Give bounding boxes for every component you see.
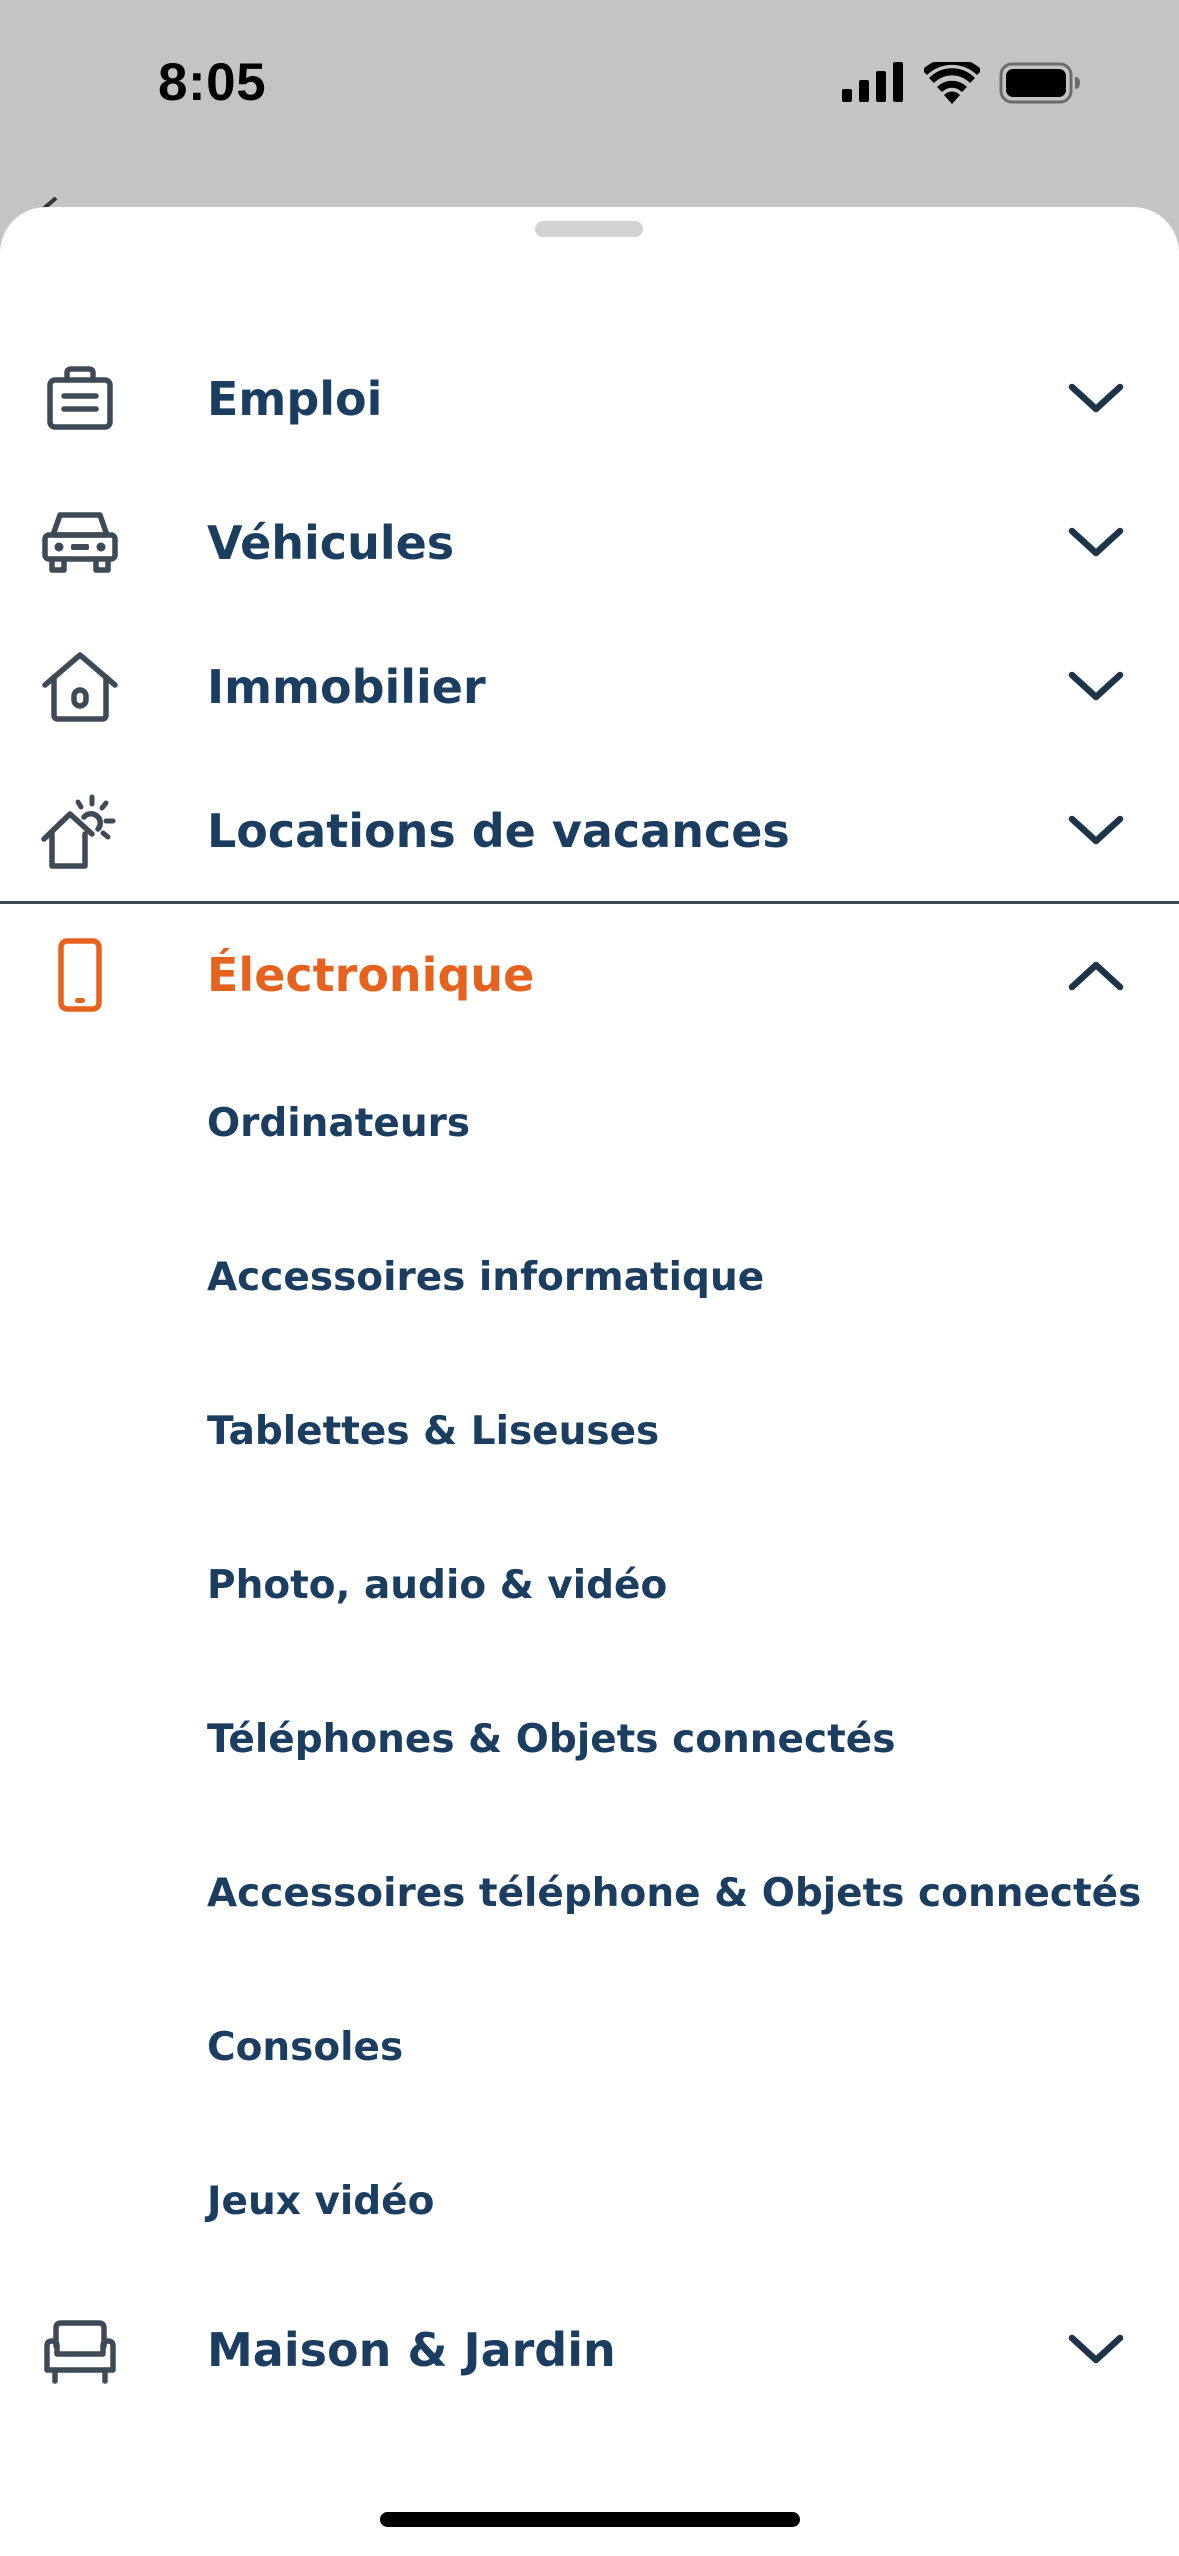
chevron-down-icon[interactable] xyxy=(1064,2328,1128,2372)
vacation-house-sun-icon xyxy=(41,794,116,869)
category-label: Locations de vacances xyxy=(207,804,790,858)
battery-icon xyxy=(999,62,1080,104)
house-icon xyxy=(42,652,118,722)
status-bar: 8:05 xyxy=(0,0,1179,180)
category-label: Maison & Jardin xyxy=(207,2323,616,2377)
category-row-maison-jardin[interactable]: Maison & Jardin xyxy=(0,2278,1179,2422)
subcategory-label: Téléphones & Objets connectés xyxy=(207,1717,896,1762)
subcategory-label: Ordinateurs xyxy=(207,1101,471,1146)
chevron-down-icon[interactable] xyxy=(1064,665,1128,709)
subcategory-item-consoles[interactable]: Consoles xyxy=(0,1971,1179,2125)
subcategory-label: Photo, audio & vidéo xyxy=(207,1563,668,1608)
subcategory-item-telephones-objets-connectes[interactable]: Téléphones & Objets connectés xyxy=(0,1663,1179,1817)
subcategory-item-ordinateurs[interactable]: Ordinateurs xyxy=(0,1047,1179,1201)
wifi-icon xyxy=(924,62,980,104)
chevron-up-icon[interactable] xyxy=(1064,953,1128,997)
category-label: Électronique xyxy=(207,948,535,1002)
subcategory-label: Tablettes & Liseuses xyxy=(207,1409,660,1454)
subcategory-item-photo-audio-video[interactable]: Photo, audio & vidéo xyxy=(0,1509,1179,1663)
category-label: Emploi xyxy=(207,372,383,426)
sheet-grabber[interactable] xyxy=(535,221,643,237)
subcategory-label: Consoles xyxy=(207,2025,404,2070)
status-time: 8:05 xyxy=(158,53,267,112)
category-row-vehicules[interactable]: Véhicules xyxy=(0,471,1179,615)
armchair-icon xyxy=(44,2320,116,2384)
category-label: Véhicules xyxy=(207,516,455,570)
category-row-locations-de-vacances[interactable]: Locations de vacances xyxy=(0,759,1179,903)
chevron-down-icon[interactable] xyxy=(1064,377,1128,421)
car-icon xyxy=(42,512,118,573)
briefcase-icon xyxy=(47,366,113,430)
subcategory-item-accessoires-informatique[interactable]: Accessoires informatique xyxy=(0,1201,1179,1355)
smartphone-icon xyxy=(58,938,102,1012)
home-indicator[interactable] xyxy=(380,2512,800,2527)
subcategory-label: Jeux vidéo xyxy=(207,2179,435,2224)
category-row-electronique[interactable]: Électronique xyxy=(0,903,1179,1047)
chevron-down-icon[interactable] xyxy=(1064,521,1128,565)
category-sheet: Emploi Véhicules Immobilier Locations de… xyxy=(0,207,1179,2556)
category-row-immobilier[interactable]: Immobilier xyxy=(0,615,1179,759)
subcategory-label: Accessoires informatique xyxy=(207,1255,765,1300)
subcategory-item-jeux-video[interactable]: Jeux vidéo xyxy=(0,2125,1179,2279)
category-row-emploi[interactable]: Emploi xyxy=(0,327,1179,471)
subcategory-item-tablettes-liseuses[interactable]: Tablettes & Liseuses xyxy=(0,1355,1179,1509)
category-label: Immobilier xyxy=(207,660,486,714)
chevron-down-icon[interactable] xyxy=(1064,809,1128,853)
subcategory-label: Accessoires téléphone & Objets connectés xyxy=(207,1871,1142,1916)
cellular-signal-icon xyxy=(842,62,903,102)
subcategory-item-accessoires-telephone[interactable]: Accessoires téléphone & Objets connectés xyxy=(0,1817,1179,1971)
